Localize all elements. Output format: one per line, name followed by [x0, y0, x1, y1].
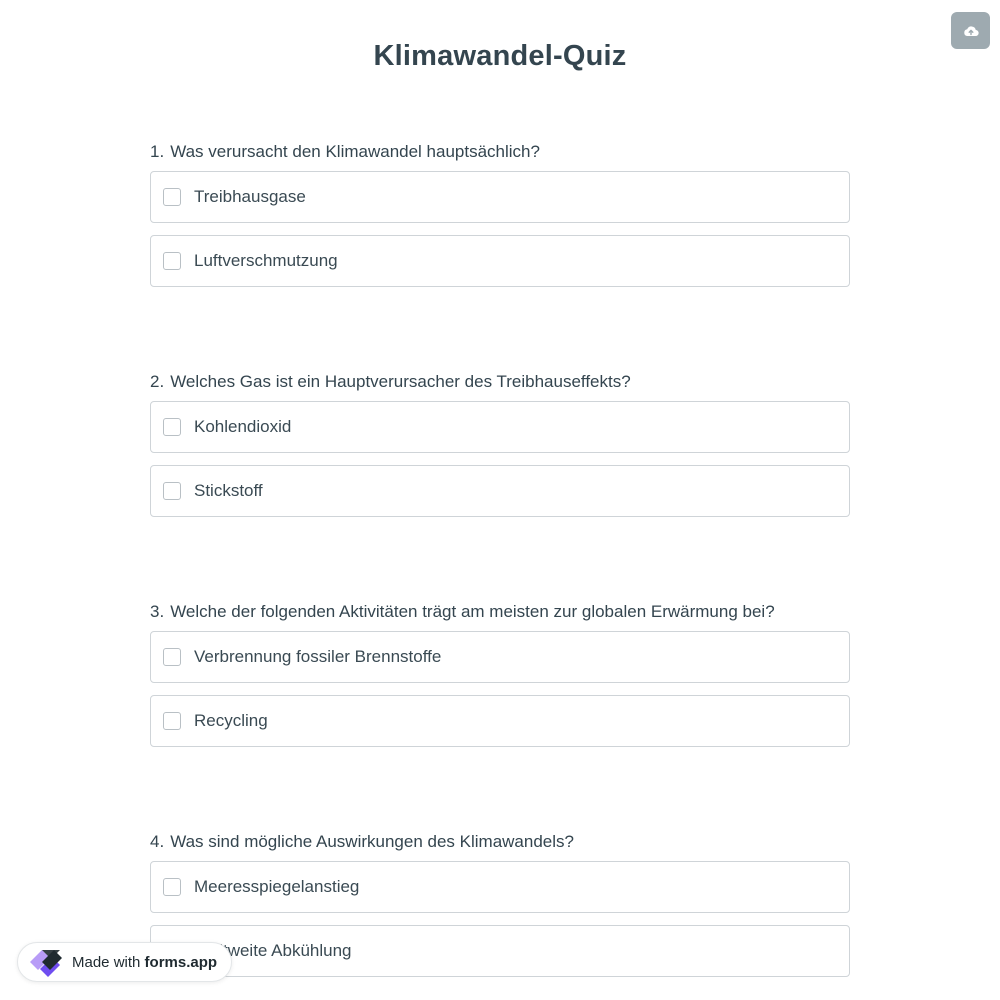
question-label: 2. Welches Gas ist ein Hauptverursacher … [150, 371, 850, 401]
option-label: Kohlendioxid [194, 417, 292, 436]
question-number: 3. [150, 602, 165, 621]
option-checkbox[interactable]: Weltweite Abkühlung [150, 925, 850, 977]
question-number: 4. [150, 832, 165, 851]
checkbox[interactable] [163, 188, 181, 206]
question-label: 3. Welche der folgenden Aktivitäten träg… [150, 601, 850, 631]
question-4: 4. Was sind mögliche Auswirkungen des Kl… [150, 831, 850, 989]
option-checkbox[interactable]: Luftverschmutzung [150, 235, 850, 287]
question-label: 4. Was sind mögliche Auswirkungen des Kl… [150, 831, 850, 861]
option-checkbox[interactable]: Meeresspiegelanstieg [150, 861, 850, 913]
form-title: Klimawandel-Quiz [373, 40, 627, 72]
question-2: 2. Welches Gas ist ein Hauptverursacher … [150, 371, 850, 529]
option-label: Meeresspiegelanstieg [194, 877, 360, 896]
badge-brand: forms.app [144, 953, 218, 971]
made-with-badge[interactable]: Made with forms.app [17, 942, 233, 982]
option-label: Recycling [194, 711, 268, 730]
question-text: Was sind mögliche Auswirkungen des Klima… [170, 832, 574, 851]
forms-app-logo-icon [30, 950, 62, 977]
option-label: Stickstoff [194, 481, 263, 500]
cloud-upload-icon [963, 25, 979, 36]
question-text: Welches Gas ist ein Hauptverursacher des… [170, 372, 631, 391]
option-checkbox[interactable]: Treibhausgase [150, 171, 850, 223]
checkbox[interactable] [163, 482, 181, 500]
option-label: Treibhausgase [194, 187, 306, 206]
question-3: 3. Welche der folgenden Aktivitäten träg… [150, 601, 850, 759]
question-label: 1. Was verursacht den Klimawandel haupts… [150, 141, 850, 171]
option-checkbox[interactable]: Kohlendioxid [150, 401, 850, 453]
option-label: Luftverschmutzung [194, 251, 338, 270]
checkbox[interactable] [163, 712, 181, 730]
checkbox[interactable] [163, 418, 181, 436]
checkbox[interactable] [163, 878, 181, 896]
option-label: Verbrennung fossiler Brennstoffe [194, 647, 442, 666]
question-number: 1. [150, 142, 165, 161]
option-checkbox[interactable]: Stickstoff [150, 465, 850, 517]
badge-text: Made with forms.app [72, 954, 217, 971]
badge-prefix: Made with [72, 953, 141, 971]
question-number: 2. [150, 372, 165, 391]
checkbox[interactable] [163, 648, 181, 666]
form-page: Klimawandel-Quiz 1. Was verursacht den K… [0, 0, 1000, 1000]
question-text: Was verursacht den Klimawandel hauptsäch… [170, 142, 540, 161]
checkbox[interactable] [163, 252, 181, 270]
question-text: Welche der folgenden Aktivitäten trägt a… [170, 602, 775, 621]
option-checkbox[interactable]: Verbrennung fossiler Brennstoffe [150, 631, 850, 683]
option-checkbox[interactable]: Recycling [150, 695, 850, 747]
question-1: 1. Was verursacht den Klimawandel haupts… [150, 141, 850, 299]
